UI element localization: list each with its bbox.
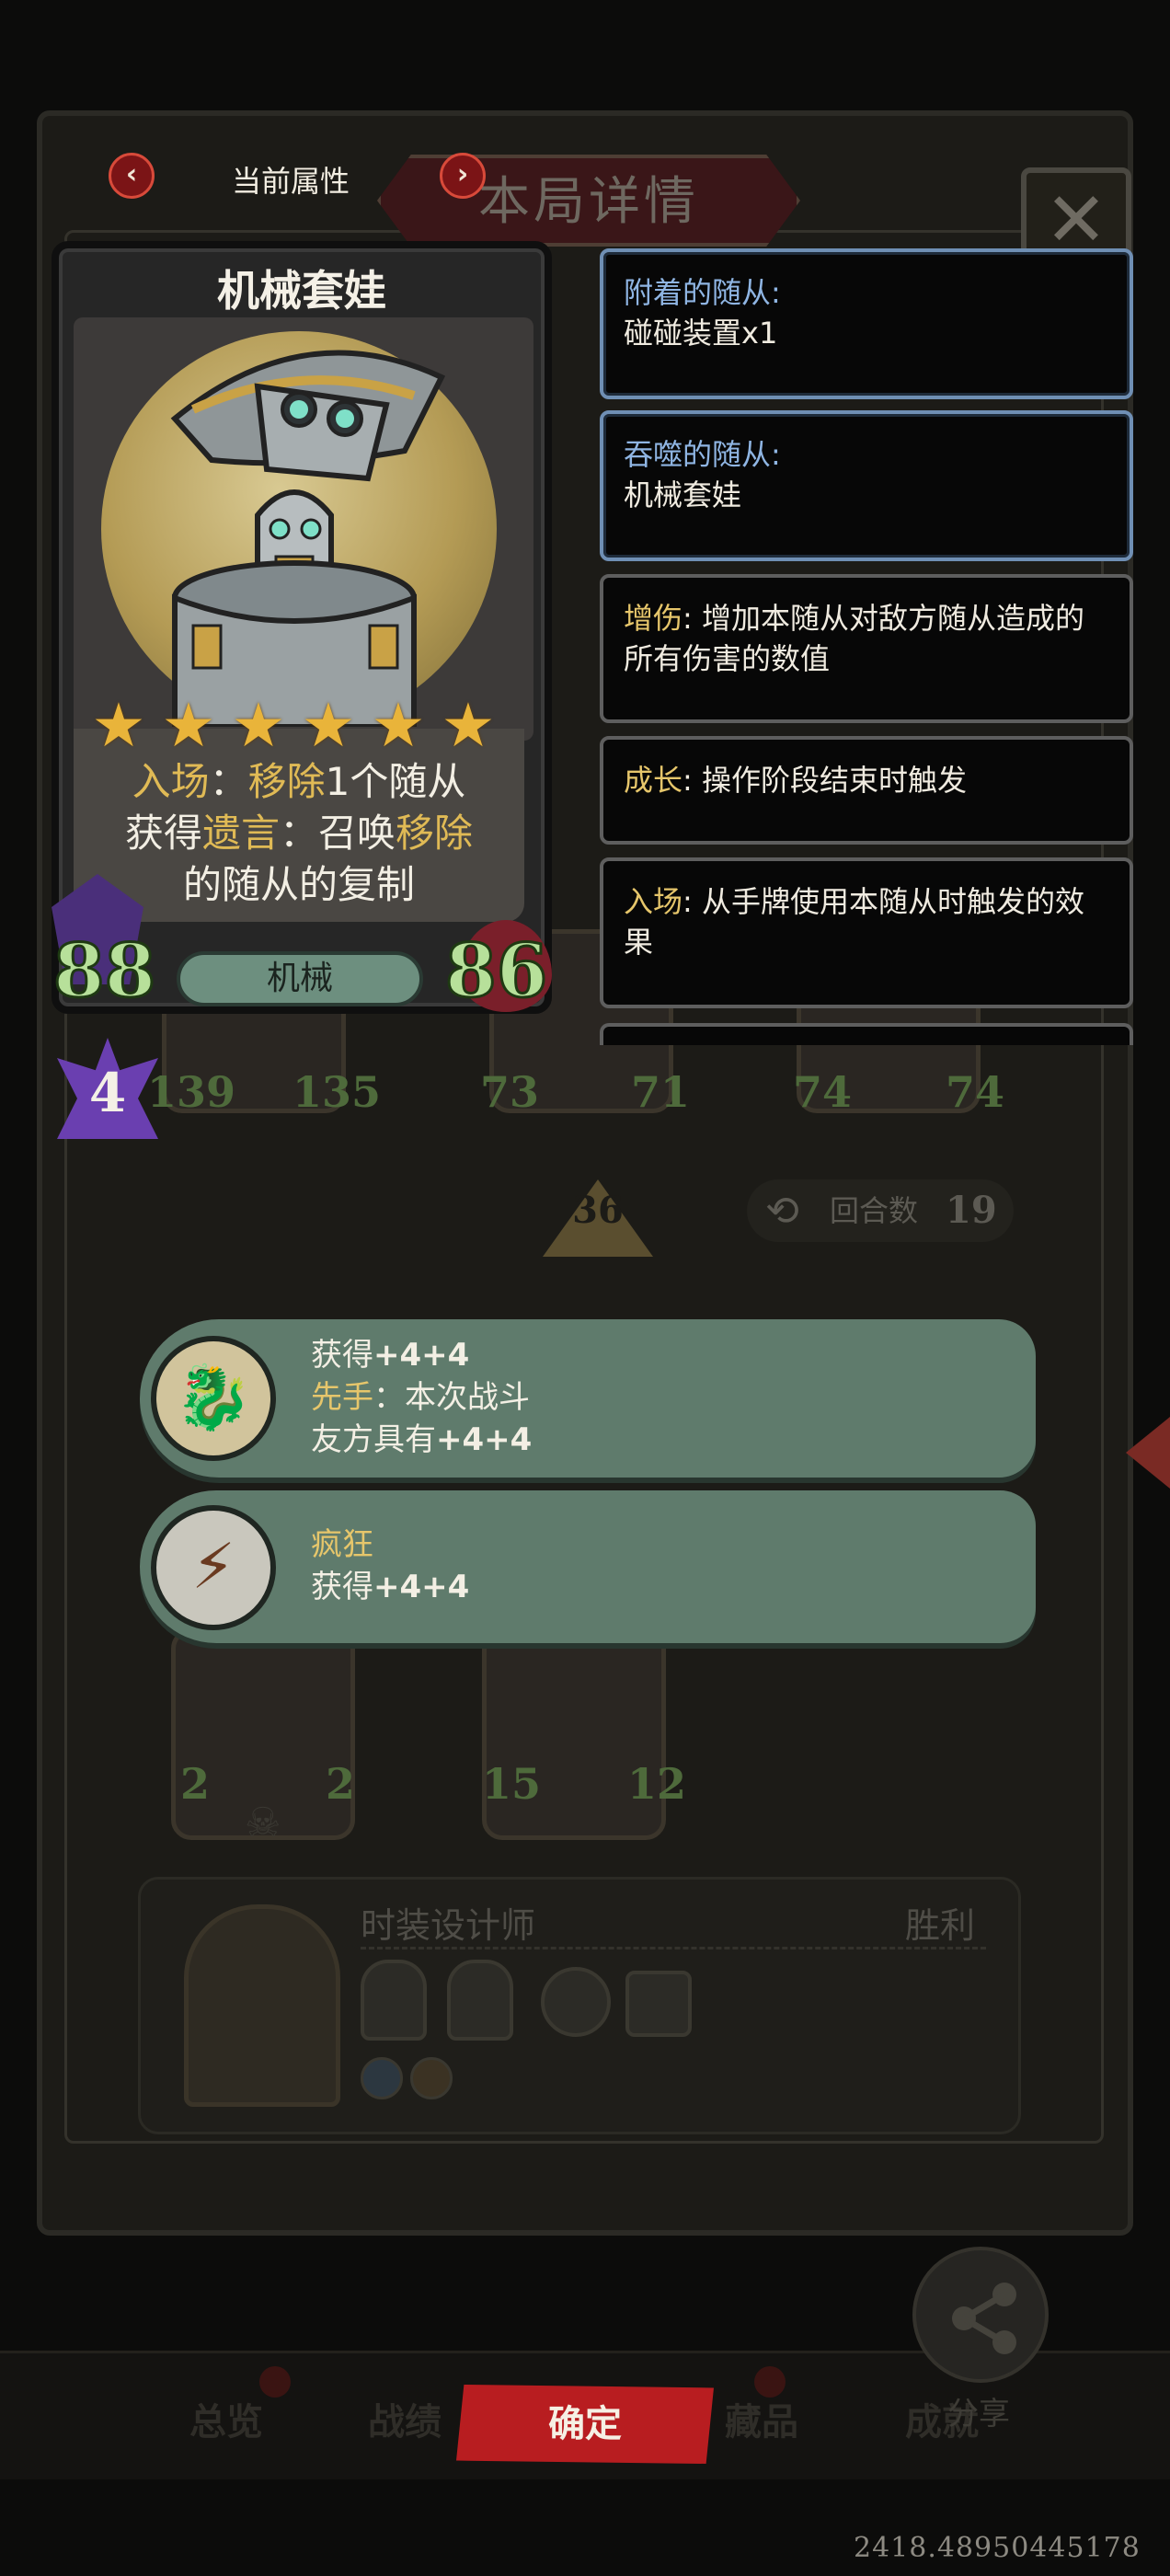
card-attack: 88 xyxy=(52,926,157,1016)
devoured-title: 吞噬的随从: xyxy=(624,437,781,472)
card-description: 入场：移除1个随从 获得遗言：召唤移除 的随从的复制 xyxy=(74,756,524,911)
nesting-robot-art xyxy=(170,350,446,727)
card-desc-line-2: 获得遗言：召唤移除 xyxy=(74,808,524,859)
buff-line: 获得+4+4 xyxy=(311,1566,469,1608)
star-icon: ★ xyxy=(441,690,496,761)
minion-3-health: 74 xyxy=(946,1067,1005,1117)
keyword-entry-text: : 从手牌使用本随从时触发的效果 xyxy=(624,884,1084,960)
next-card-button[interactable]: › xyxy=(440,153,486,199)
buff-banner-2-text: 疯狂 获得+4+4 xyxy=(311,1524,469,1608)
keyword-first-strike: 先手 xyxy=(311,1379,373,1416)
attached-value: 碰碰装置x1 xyxy=(624,316,778,351)
round-count: 19 xyxy=(946,1189,997,1232)
opponent-minion-icon xyxy=(447,1960,513,2041)
keyword-growth: 成长 xyxy=(624,763,683,798)
keyword-deathrattle: 遗言 xyxy=(201,811,280,856)
buff-value: +4+4 xyxy=(373,1337,470,1374)
keyword-buff-box: 增伤: 增加本随从对敌方随从造成的所有伤害的数值 xyxy=(600,574,1133,723)
buff-text: ：本次战斗 xyxy=(373,1379,530,1416)
attached-minions-box: 附着的随从: 碰碰装置x1 xyxy=(600,248,1133,399)
tab-collection[interactable]: 藏品 xyxy=(725,2392,798,2445)
share-button[interactable] xyxy=(912,2247,1049,2383)
keyword-remove: 移除 xyxy=(396,811,474,856)
opponent-name: 时装设计师 xyxy=(361,1905,536,1946)
share-icon xyxy=(952,2283,1016,2354)
star-icon: ★ xyxy=(301,690,356,761)
keyword-buff-text: : 增加本随从对敌方随从造成的所有伤害的数值 xyxy=(624,601,1084,676)
tab-record[interactable]: 战绩 xyxy=(368,2392,442,2445)
card-desc-line-1: 入场：移除1个随从 xyxy=(74,756,524,808)
star-icon: ★ xyxy=(231,690,286,761)
opponent-trinket-icon xyxy=(361,2057,403,2099)
notification-badge xyxy=(259,2366,291,2398)
lower-minion-1-health: 2 xyxy=(326,1759,356,1809)
prev-card-button[interactable]: ‹ xyxy=(109,153,155,199)
buff-text: 获得 xyxy=(311,1337,373,1374)
buff-value: +4+4 xyxy=(436,1421,533,1458)
minion-1-attack: 139 xyxy=(147,1067,236,1117)
opponent-trinket-icon xyxy=(410,2057,453,2099)
card-desc-text: 获得 xyxy=(124,811,202,856)
minion-1-health: 135 xyxy=(292,1067,382,1117)
opponent-item-icon xyxy=(541,1967,611,2037)
notification-badge xyxy=(754,2366,786,2398)
tab-overview[interactable]: 总览 xyxy=(189,2392,263,2445)
tavern-tier-value: 36 xyxy=(572,1189,624,1232)
card-desc-line-3: 的随从的复制 xyxy=(182,862,415,907)
devoured-minions-box: 吞噬的随从: 机械套娃 xyxy=(600,410,1133,561)
buff-line: 友方具有+4+4 xyxy=(311,1419,532,1461)
minion-3-attack: 74 xyxy=(793,1067,853,1117)
card-desc-text: 1个随从 xyxy=(325,759,466,804)
opponent-result: 胜利 xyxy=(905,1905,976,1946)
tribe-tag: 机械 xyxy=(177,951,423,1006)
house-icon xyxy=(625,1971,692,2037)
confirm-button[interactable]: 确定 xyxy=(456,2385,714,2464)
keyword-frenzy: 疯狂 xyxy=(311,1526,373,1563)
info-box-partial xyxy=(600,1023,1133,1045)
keyword-buff: 增伤 xyxy=(624,601,683,636)
opponent-portrait xyxy=(184,1904,340,2107)
coordinates-readout: 2418.48950445178 xyxy=(854,2532,1141,2564)
share-label: 分享 xyxy=(947,2396,1010,2432)
lower-minion-2-attack: 15 xyxy=(482,1759,542,1809)
keyword-entry-box: 入场: 从手牌使用本随从时触发的效果 xyxy=(600,857,1133,1008)
skull-icon: ☠ xyxy=(245,1800,281,1846)
current-attributes-label: 当前属性 xyxy=(232,164,350,199)
star-icon: ★ xyxy=(91,690,146,761)
dragon-medallion-icon: 🐉 xyxy=(151,1336,276,1461)
minion-2-attack: 73 xyxy=(480,1067,540,1117)
card-desc-sep: ： xyxy=(209,759,248,804)
keyword-remove: 移除 xyxy=(247,759,326,804)
buff-line: 获得+4+4 xyxy=(311,1334,532,1376)
keyword-growth-box: 成长: 操作阶段结束时触发 xyxy=(600,736,1133,845)
keyword-entry: 入场 xyxy=(132,759,210,804)
card-tier: 4 xyxy=(88,1062,127,1124)
card-name: 机械套娃 xyxy=(217,266,386,316)
refresh-icon: ⟲ xyxy=(765,1188,799,1235)
lightning-shield-icon: ⚡ xyxy=(151,1505,276,1630)
keyword-growth-text: : 操作阶段结束时触发 xyxy=(682,763,967,798)
buff-line: 先手：本次战斗 xyxy=(311,1376,532,1419)
buff-text: 友方具有 xyxy=(311,1421,436,1458)
buff-text: 获得 xyxy=(311,1569,373,1605)
card-desc-text: ：召唤 xyxy=(280,811,396,856)
star-icon: ★ xyxy=(371,690,426,761)
opponent-minion-icon xyxy=(361,1960,427,2041)
lower-minion-2-health: 12 xyxy=(627,1759,687,1809)
attached-title: 附着的随从: xyxy=(624,275,781,310)
card-health: 86 xyxy=(444,926,549,1016)
buff-value: +4+4 xyxy=(373,1569,470,1605)
buff-banner-1-text: 获得+4+4 先手：本次战斗 友方具有+4+4 xyxy=(311,1334,532,1461)
minion-2-health: 71 xyxy=(631,1067,691,1117)
devoured-value: 机械套娃 xyxy=(624,477,742,512)
lower-minion-1-attack: 2 xyxy=(180,1759,211,1809)
keyword-entry: 入场 xyxy=(624,884,683,919)
opponent-divider xyxy=(361,1947,986,1949)
star-icon: ★ xyxy=(161,690,216,761)
